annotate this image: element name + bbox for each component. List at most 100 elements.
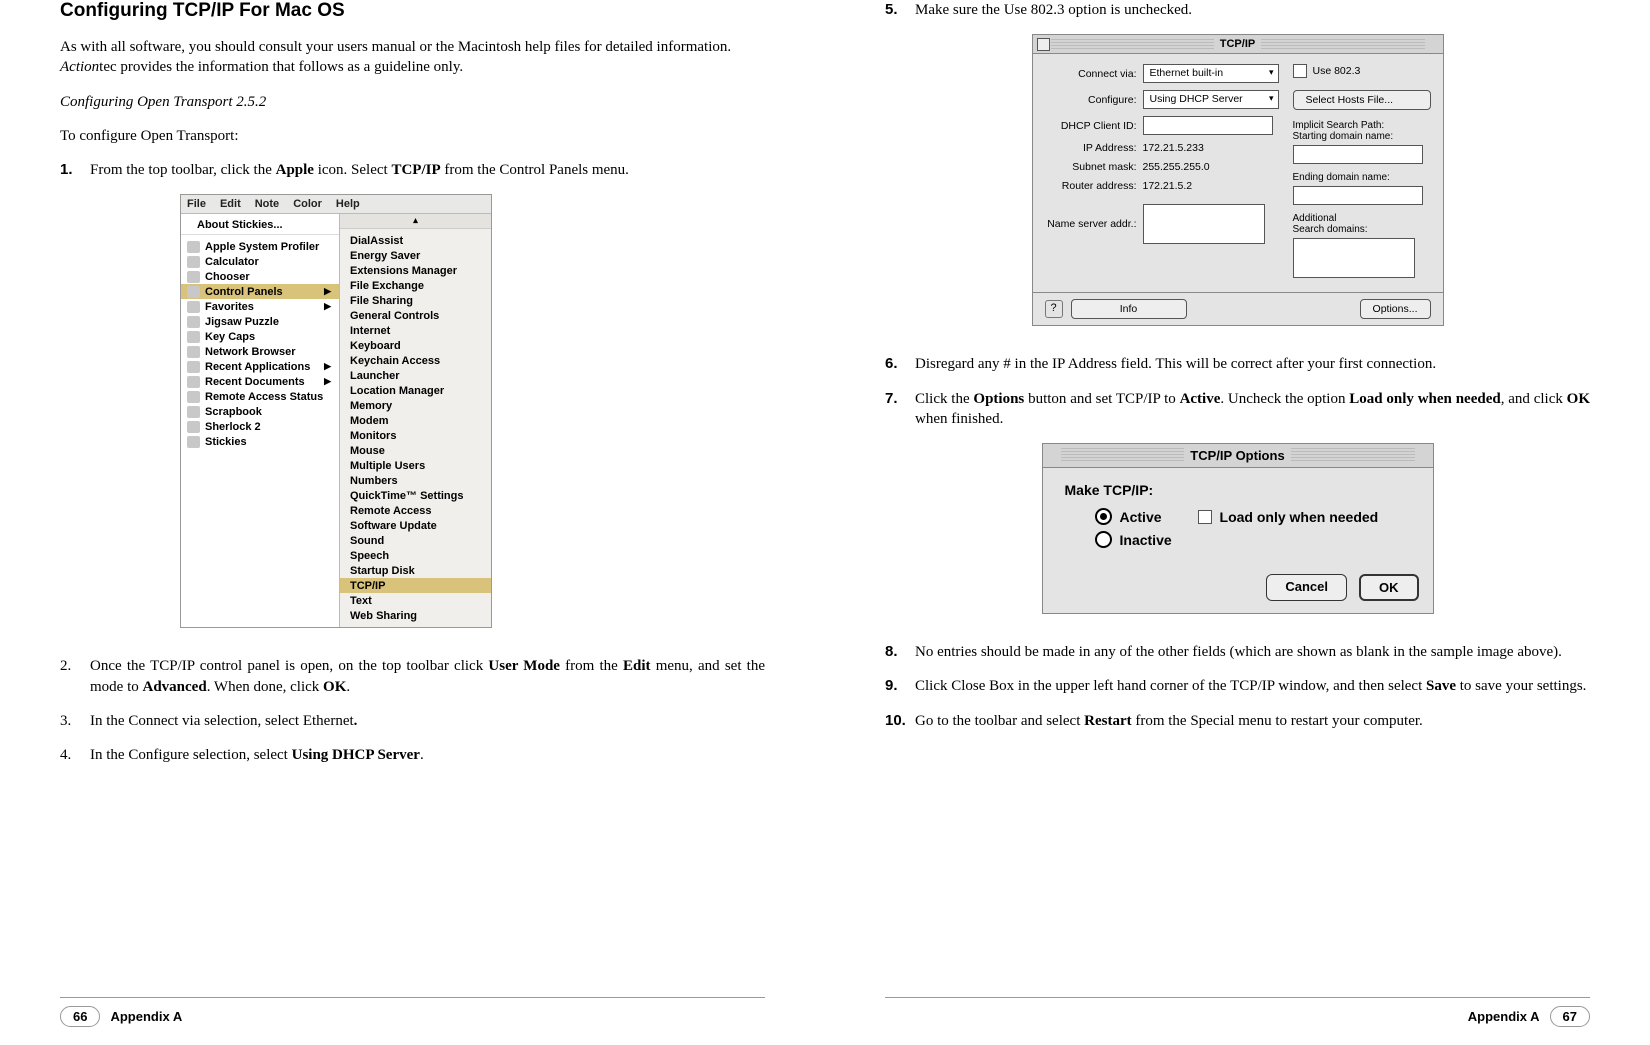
submenu-arrow-icon: ▶ bbox=[324, 286, 331, 297]
page-footer-left: 66 Appendix A bbox=[60, 997, 765, 1045]
intro-para: As with all software, you should consult… bbox=[60, 37, 765, 78]
configure-select[interactable]: Using DHCP Server bbox=[1143, 90, 1279, 109]
page-right: 5. Make sure the Use 802.3 option is unc… bbox=[825, 0, 1650, 1045]
control-panel-item[interactable]: Internet bbox=[350, 323, 481, 338]
page-number-left: 66 bbox=[60, 1006, 100, 1027]
name-server-input[interactable] bbox=[1143, 204, 1265, 244]
control-panel-item[interactable]: Speech bbox=[350, 548, 481, 563]
apple-menu-item[interactable]: Calculator bbox=[181, 254, 339, 269]
app-icon bbox=[187, 256, 200, 268]
figure-apple-menu: File Edit Note Color Help About Stickies... … bbox=[180, 194, 492, 628]
step-7: Click the Options button and set TCP/IP … bbox=[915, 389, 1590, 430]
intro2: To configure Open Transport: bbox=[60, 126, 765, 146]
app-icon bbox=[187, 241, 200, 253]
control-panels-column: ▴ DialAssistEnergy SaverExtensions Manag… bbox=[340, 214, 491, 627]
control-panel-item[interactable]: Numbers bbox=[350, 473, 481, 488]
apple-menu-item[interactable]: Key Caps bbox=[181, 329, 339, 344]
info-button[interactable]: Info bbox=[1071, 299, 1187, 319]
control-panel-item[interactable]: DialAssist bbox=[350, 233, 481, 248]
step-3: In the Connect via selection, select Eth… bbox=[90, 711, 765, 731]
apple-menu-item[interactable]: Remote Access Status bbox=[181, 389, 339, 404]
control-panel-item[interactable]: Software Update bbox=[350, 518, 481, 533]
apple-menu-item[interactable]: Chooser bbox=[181, 269, 339, 284]
closebox-icon[interactable] bbox=[1037, 38, 1050, 51]
cancel-button[interactable]: Cancel bbox=[1266, 574, 1347, 601]
app-icon bbox=[187, 406, 200, 418]
use-8023-checkbox[interactable] bbox=[1293, 64, 1307, 78]
additional-domains-input[interactable] bbox=[1293, 238, 1415, 278]
apple-menu-item[interactable]: Network Browser bbox=[181, 344, 339, 359]
menubar-item[interactable]: File bbox=[187, 198, 206, 210]
control-panel-item[interactable]: QuickTime™ Settings bbox=[350, 488, 481, 503]
apple-menu-item[interactable]: Stickies bbox=[181, 434, 339, 449]
apple-menu-item[interactable]: Scrapbook bbox=[181, 404, 339, 419]
apple-menu-item[interactable]: Jigsaw Puzzle bbox=[181, 314, 339, 329]
step-10: Go to the toolbar and select Restart fro… bbox=[915, 711, 1590, 731]
app-icon bbox=[187, 331, 200, 343]
control-panel-item[interactable]: Mouse bbox=[350, 443, 481, 458]
submenu-arrow-icon: ▶ bbox=[324, 301, 331, 312]
apple-menu-item[interactable]: Control Panels▶ bbox=[181, 284, 339, 299]
select-hosts-button[interactable]: Select Hosts File... bbox=[1293, 90, 1431, 110]
control-panel-item[interactable]: Startup Disk bbox=[350, 563, 481, 578]
submenu-arrow-icon: ▶ bbox=[324, 376, 331, 387]
page-number-right: 67 bbox=[1550, 1006, 1590, 1027]
menubar-item[interactable]: Edit bbox=[220, 198, 241, 210]
menubar-item[interactable]: Help bbox=[336, 198, 360, 210]
control-panel-item[interactable]: General Controls bbox=[350, 308, 481, 323]
control-panel-item[interactable]: Keyboard bbox=[350, 338, 481, 353]
control-panel-item[interactable]: File Exchange bbox=[350, 278, 481, 293]
active-radio[interactable] bbox=[1095, 508, 1112, 525]
connect-via-select[interactable]: Ethernet built-in bbox=[1143, 64, 1279, 83]
app-icon bbox=[187, 346, 200, 358]
control-panel-item[interactable]: Location Manager bbox=[350, 383, 481, 398]
submenu-arrow-icon: ▶ bbox=[324, 361, 331, 372]
app-icon bbox=[187, 316, 200, 328]
step-4: In the Configure selection, select Using… bbox=[90, 745, 765, 765]
page-footer-right: Appendix A 67 bbox=[885, 997, 1590, 1045]
steps-right: 5. Make sure the Use 802.3 option is unc… bbox=[885, 0, 1590, 20]
control-panel-item[interactable]: File Sharing bbox=[350, 293, 481, 308]
control-panel-item[interactable]: Monitors bbox=[350, 428, 481, 443]
steps-right-3: 8. No entries should be made in any of t… bbox=[885, 642, 1590, 731]
control-panel-item[interactable]: Extensions Manager bbox=[350, 263, 481, 278]
control-panel-item[interactable]: Sound bbox=[350, 533, 481, 548]
menubar-item[interactable]: Color bbox=[293, 198, 322, 210]
apple-menu-item[interactable]: Apple System Profiler bbox=[181, 239, 339, 254]
control-panel-item[interactable]: TCP/IP bbox=[340, 578, 491, 593]
apple-menu-item[interactable]: Recent Applications▶ bbox=[181, 359, 339, 374]
control-panel-item[interactable]: Memory bbox=[350, 398, 481, 413]
app-icon bbox=[187, 286, 200, 298]
control-panel-item[interactable]: Modem bbox=[350, 413, 481, 428]
starting-domain-input[interactable] bbox=[1293, 145, 1423, 164]
app-icon bbox=[187, 436, 200, 448]
apple-menu-column: About Stickies... Apple System ProfilerC… bbox=[181, 214, 340, 627]
app-icon bbox=[187, 391, 200, 403]
control-panel-item[interactable]: Energy Saver bbox=[350, 248, 481, 263]
page-left-body: Configuring TCP/IP For Mac OS As with al… bbox=[60, 0, 765, 997]
control-panel-item[interactable]: Remote Access bbox=[350, 503, 481, 518]
control-panel-item[interactable]: Launcher bbox=[350, 368, 481, 383]
ok-button[interactable]: OK bbox=[1359, 574, 1419, 601]
apple-menu-item[interactable]: Favorites▶ bbox=[181, 299, 339, 314]
ending-domain-input[interactable] bbox=[1293, 186, 1423, 205]
control-panel-item[interactable]: Keychain Access bbox=[350, 353, 481, 368]
step-6: Disregard any # in the IP Address field.… bbox=[915, 354, 1590, 374]
inactive-radio[interactable] bbox=[1095, 531, 1112, 548]
control-panel-item[interactable]: Text bbox=[350, 593, 481, 608]
step-9: Click Close Box in the upper left hand c… bbox=[915, 676, 1590, 696]
apple-menu-item[interactable]: Recent Documents▶ bbox=[181, 374, 339, 389]
apple-menu-item[interactable]: Sherlock 2 bbox=[181, 419, 339, 434]
control-panel-item[interactable]: Multiple Users bbox=[350, 458, 481, 473]
app-icon bbox=[187, 301, 200, 313]
help-icon[interactable]: ? bbox=[1045, 300, 1063, 318]
steps-left: 1. From the top toolbar, click the Apple… bbox=[60, 160, 765, 180]
load-only-checkbox[interactable] bbox=[1198, 510, 1212, 524]
options-button[interactable]: Options... bbox=[1360, 299, 1431, 319]
app-icon bbox=[187, 376, 200, 388]
step-8: No entries should be made in any of the … bbox=[915, 642, 1590, 662]
menubar-item[interactable]: Note bbox=[255, 198, 279, 210]
control-panel-item[interactable]: Web Sharing bbox=[350, 608, 481, 623]
dhcp-client-input[interactable] bbox=[1143, 116, 1273, 135]
steps-left-cont: 2. Once the TCP/IP control panel is open… bbox=[60, 656, 765, 765]
